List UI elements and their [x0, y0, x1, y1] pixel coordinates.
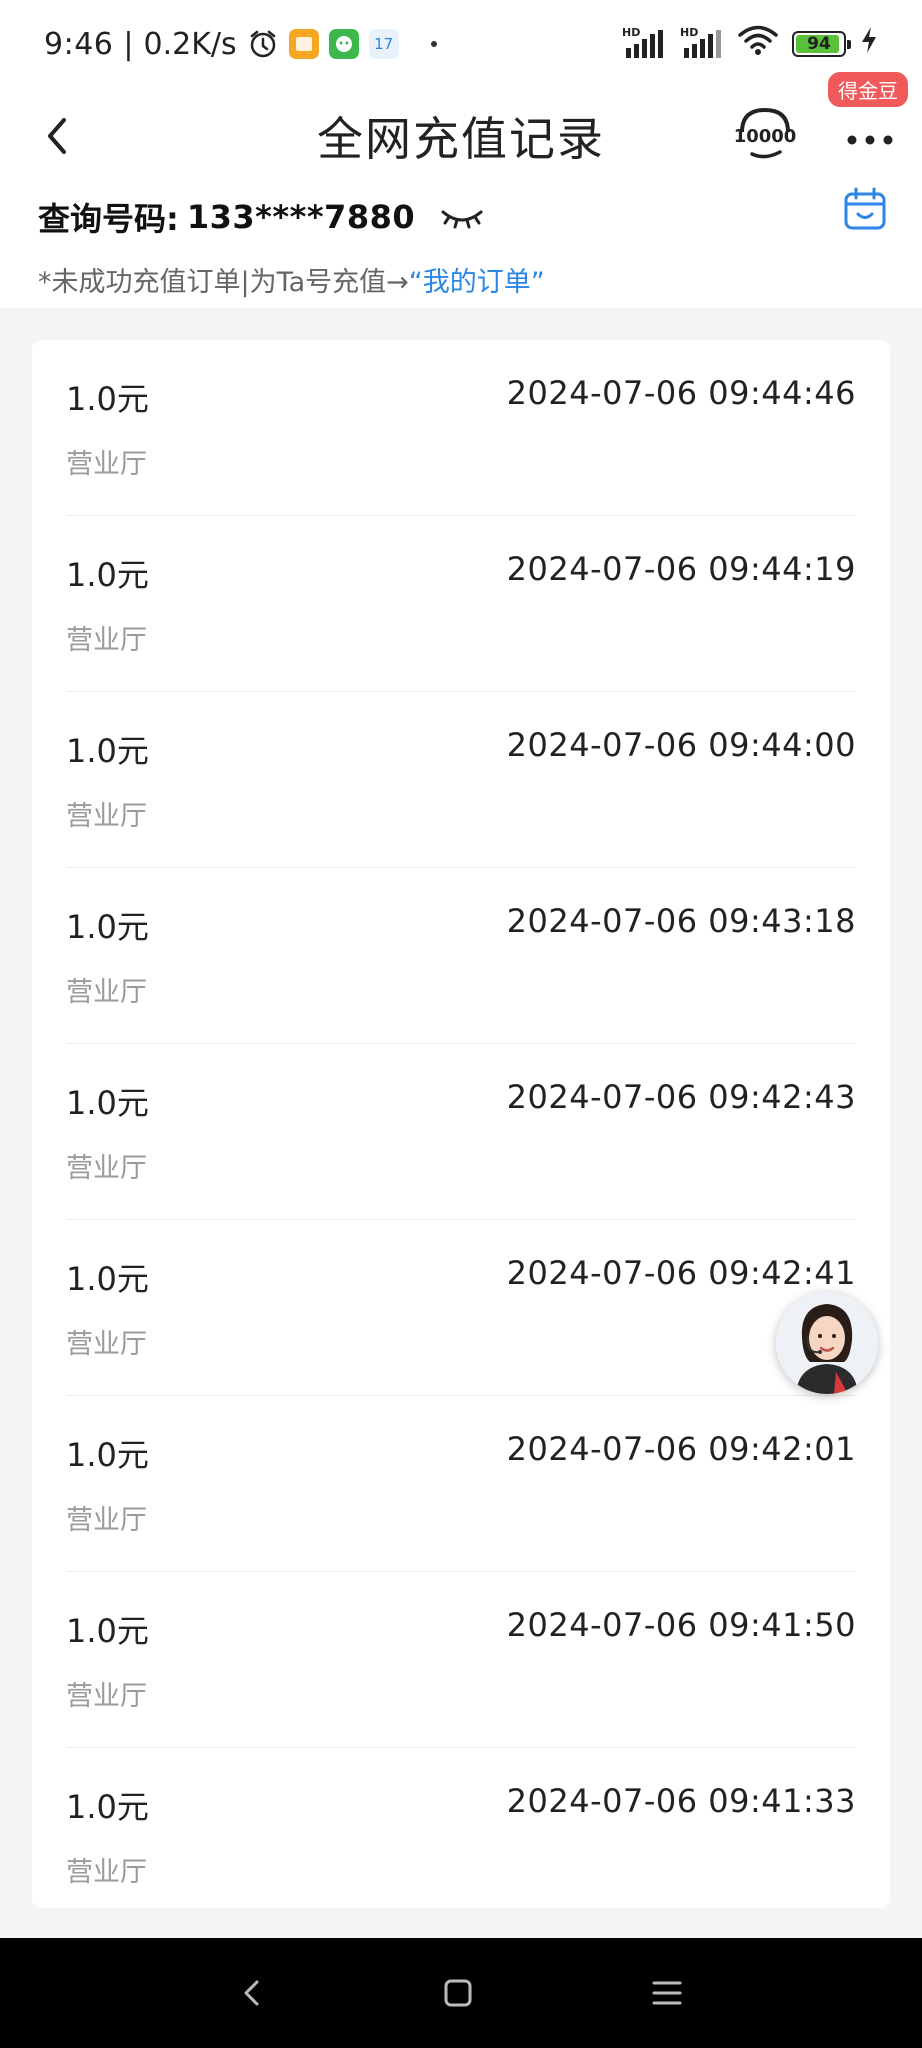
record-amount: 1.0元 [66, 380, 149, 418]
record-time: 2024-07-06 09:42:43 [506, 1078, 856, 1116]
battery-level: 94 [807, 34, 831, 54]
headset-10000-icon: 10000 [734, 107, 797, 159]
record-amount: 1.0元 [66, 1084, 149, 1122]
more-options-button[interactable] [840, 108, 900, 168]
customer-service-assistant-button[interactable] [776, 1292, 878, 1394]
more-dots-icon [847, 135, 893, 145]
status-right: HD HD 94 [622, 24, 878, 64]
record-channel: 营业厅 [66, 1857, 147, 1888]
record-amount: 1.0元 [66, 1260, 149, 1298]
record-item[interactable]: 1.0元 2024-07-06 09:43:18 营业厅 [66, 868, 856, 1044]
record-item[interactable]: 1.0元 2024-07-06 09:42:01 营业厅 [66, 1396, 856, 1572]
nav-back-button[interactable] [228, 1968, 278, 2018]
eye-closed-icon [441, 210, 483, 229]
record-channel: 营业厅 [66, 625, 147, 656]
alarm-clock-icon [247, 28, 279, 60]
customer-service-avatar [776, 1292, 878, 1394]
nav-menu-icon [652, 1981, 682, 2005]
record-item[interactable]: 1.0元 2024-07-06 09:41:33 营业厅 [66, 1748, 856, 1924]
record-amount: 1.0元 [66, 1436, 149, 1474]
record-time: 2024-07-06 09:44:46 [506, 374, 856, 412]
system-navigation-bar [0, 1938, 922, 2048]
record-channel: 营业厅 [66, 1153, 147, 1184]
status-bar: 9:46 | 0.2K/s 17 HD HD 94 [0, 0, 922, 88]
recharge-record-list: 1.0元 2024-07-06 09:44:46 营业厅 1.0元 2024-0… [32, 340, 890, 1908]
record-channel: 营业厅 [66, 1505, 147, 1536]
record-item[interactable]: 1.0元 2024-07-06 09:44:19 营业厅 [66, 516, 856, 692]
record-time: 2024-07-06 09:41:50 [506, 1606, 856, 1644]
nav-back-icon [244, 1980, 259, 2006]
bonus-badge[interactable]: 得金豆 [826, 70, 910, 109]
my-orders-link[interactable]: “我的订单” [409, 267, 545, 298]
signal-icon-2: HD [680, 26, 724, 60]
notes-app-icon [288, 29, 319, 59]
tip-text: *未成功充值订单|为Ta号充值→ [38, 267, 409, 298]
calendar-app-day: 17 [374, 35, 394, 53]
nav-home-icon [444, 1979, 472, 2007]
status-separator: | [123, 26, 134, 62]
record-time: 2024-07-06 09:42:01 [506, 1430, 856, 1468]
record-amount: 1.0元 [66, 908, 149, 946]
calendar-filter-button[interactable] [842, 186, 888, 232]
toggle-number-visibility[interactable] [439, 200, 485, 234]
record-amount: 1.0元 [66, 1612, 149, 1650]
record-time: 2024-07-06 09:43:18 [506, 902, 856, 940]
status-time: 9:46 [44, 26, 114, 62]
customer-hotline-button[interactable]: 10000 [730, 98, 800, 168]
record-item[interactable]: 1.0元 2024-07-06 09:42:43 营业厅 [66, 1044, 856, 1220]
record-time: 2024-07-06 09:42:41 [506, 1254, 856, 1292]
wifi-icon [738, 24, 778, 64]
record-amount: 1.0元 [66, 732, 149, 770]
notification-dot [430, 41, 437, 47]
record-channel: 营业厅 [66, 977, 147, 1008]
record-channel: 营业厅 [66, 1329, 147, 1360]
calendar-app-icon: 17 [368, 29, 399, 59]
record-channel: 营业厅 [66, 1681, 147, 1712]
charging-icon [860, 26, 878, 62]
query-label: 查询号码: [38, 200, 179, 238]
query-number-row: 查询号码: 133****7880 [38, 187, 888, 242]
record-item[interactable]: 1.0元 2024-07-06 09:44:00 营业厅 [66, 692, 856, 868]
record-channel: 营业厅 [66, 449, 147, 480]
tip-row: *未成功充值订单|为Ta号充值→“我的订单” [38, 260, 545, 299]
record-item[interactable]: 1.0元 2024-07-06 09:42:41 营业厅 [66, 1220, 856, 1396]
nav-home-button[interactable] [433, 1968, 483, 2018]
record-time: 2024-07-06 09:44:00 [506, 726, 856, 764]
record-channel: 营业厅 [66, 801, 147, 832]
record-amount: 1.0元 [66, 556, 149, 594]
record-time: 2024-07-06 09:44:19 [506, 550, 856, 588]
hotline-text: 10000 [734, 126, 797, 147]
signal-icon-1: HD [622, 26, 666, 60]
top-app-bar: 全网充值记录 10000 得金豆 [0, 70, 922, 198]
battery-icon: 94 [792, 31, 851, 57]
status-left: 9:46 | 0.2K/s 17 [44, 27, 437, 62]
record-amount: 1.0元 [66, 1788, 149, 1826]
record-time: 2024-07-06 09:41:33 [506, 1782, 856, 1820]
masked-phone-number: 133****7880 [186, 198, 416, 236]
nav-menu-button[interactable] [642, 1968, 692, 2018]
network-speed: 0.2K/s [143, 26, 237, 62]
record-item[interactable]: 1.0元 2024-07-06 09:44:46 营业厅 [66, 340, 856, 516]
chat-app-icon [328, 29, 359, 59]
calendar-icon [844, 187, 886, 230]
record-item[interactable]: 1.0元 2024-07-06 09:41:50 营业厅 [66, 1572, 856, 1748]
